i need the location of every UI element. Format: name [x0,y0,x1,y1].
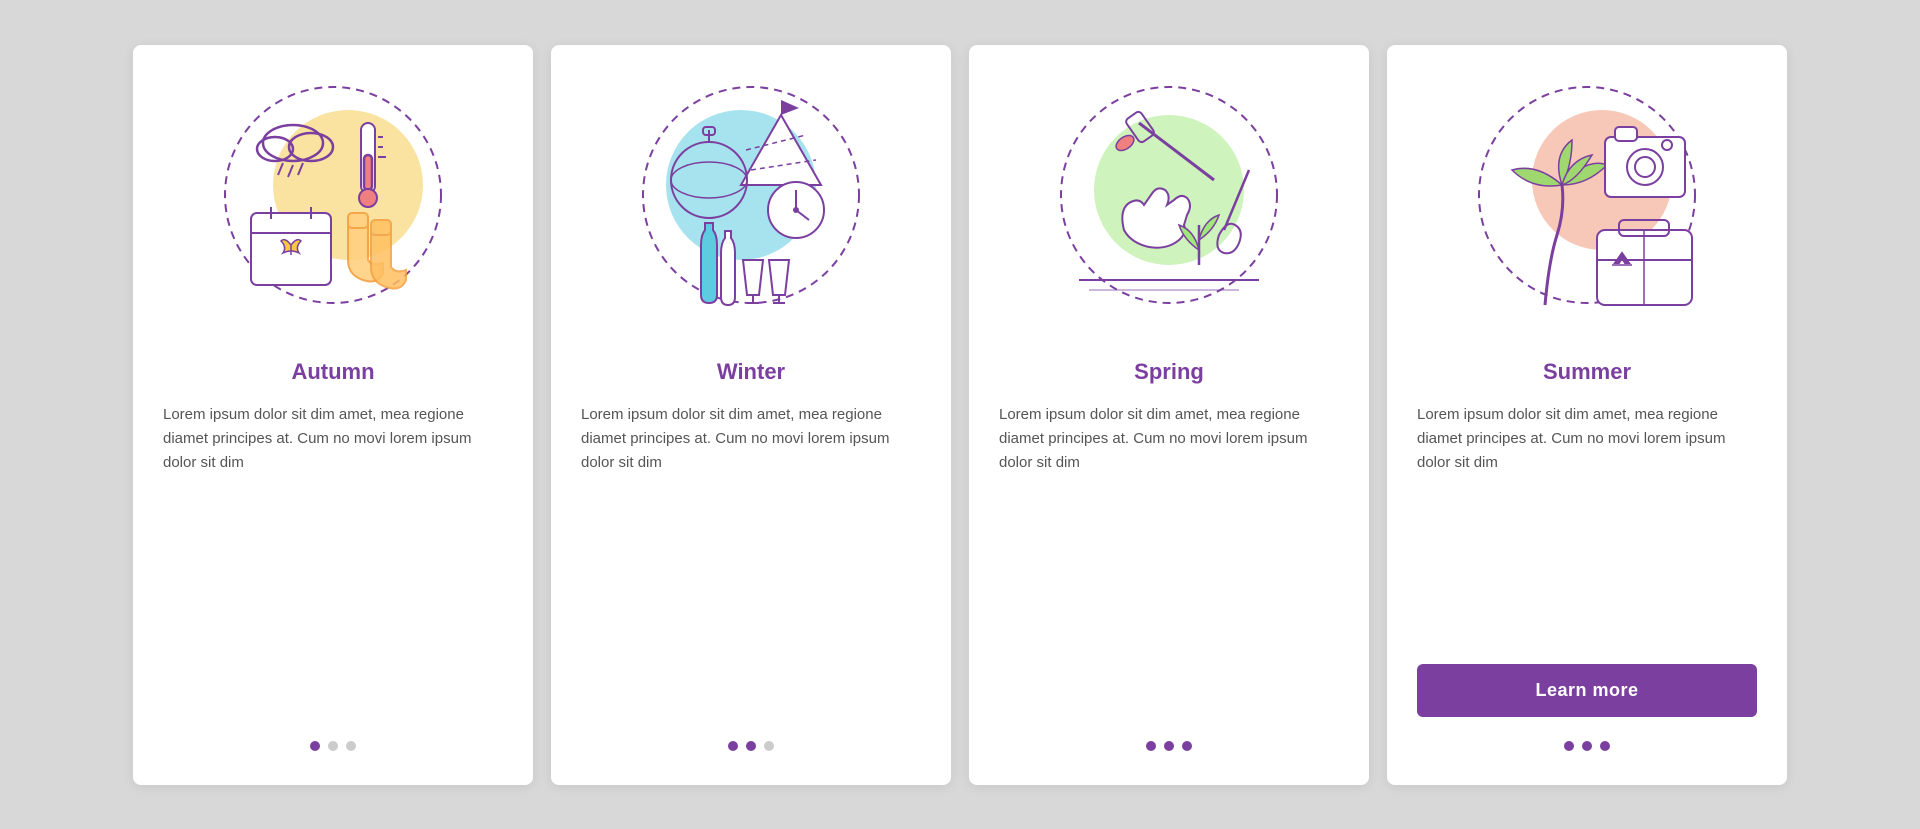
winter-illustration [621,75,881,335]
dot-2 [746,741,756,751]
summer-body: Lorem ipsum dolor sit dim amet, mea regi… [1417,403,1757,654]
dot-3 [764,741,774,751]
dot-3 [346,741,356,751]
autumn-dots [310,741,356,751]
winter-title: Winter [717,359,785,385]
dot-3 [1600,741,1610,751]
dot-1 [310,741,320,751]
learn-more-button[interactable]: Learn more [1417,664,1757,717]
spring-body: Lorem ipsum dolor sit dim amet, mea regi… [999,403,1339,717]
dot-2 [1582,741,1592,751]
dot-2 [1164,741,1174,751]
summer-title: Summer [1543,359,1631,385]
dot-2 [328,741,338,751]
spring-dots [1146,741,1192,751]
dot-1 [1564,741,1574,751]
dot-1 [728,741,738,751]
summer-illustration [1457,75,1717,335]
summer-card: Summer Lorem ipsum dolor sit dim amet, m… [1387,45,1787,785]
spring-card: Spring Lorem ipsum dolor sit dim amet, m… [969,45,1369,785]
spring-title: Spring [1134,359,1204,385]
autumn-title: Autumn [291,359,374,385]
winter-card: Winter Lorem ipsum dolor sit dim amet, m… [551,45,951,785]
autumn-body: Lorem ipsum dolor sit dim amet, mea regi… [163,403,503,717]
summer-dots [1564,741,1610,751]
dot-3 [1182,741,1192,751]
winter-body: Lorem ipsum dolor sit dim amet, mea regi… [581,403,921,717]
dot-1 [1146,741,1156,751]
spring-illustration [1039,75,1299,335]
autumn-card: Autumn Lorem ipsum dolor sit dim amet, m… [133,45,533,785]
autumn-illustration [203,75,463,335]
cards-container: Autumn Lorem ipsum dolor sit dim amet, m… [73,5,1847,825]
winter-dots [728,741,774,751]
